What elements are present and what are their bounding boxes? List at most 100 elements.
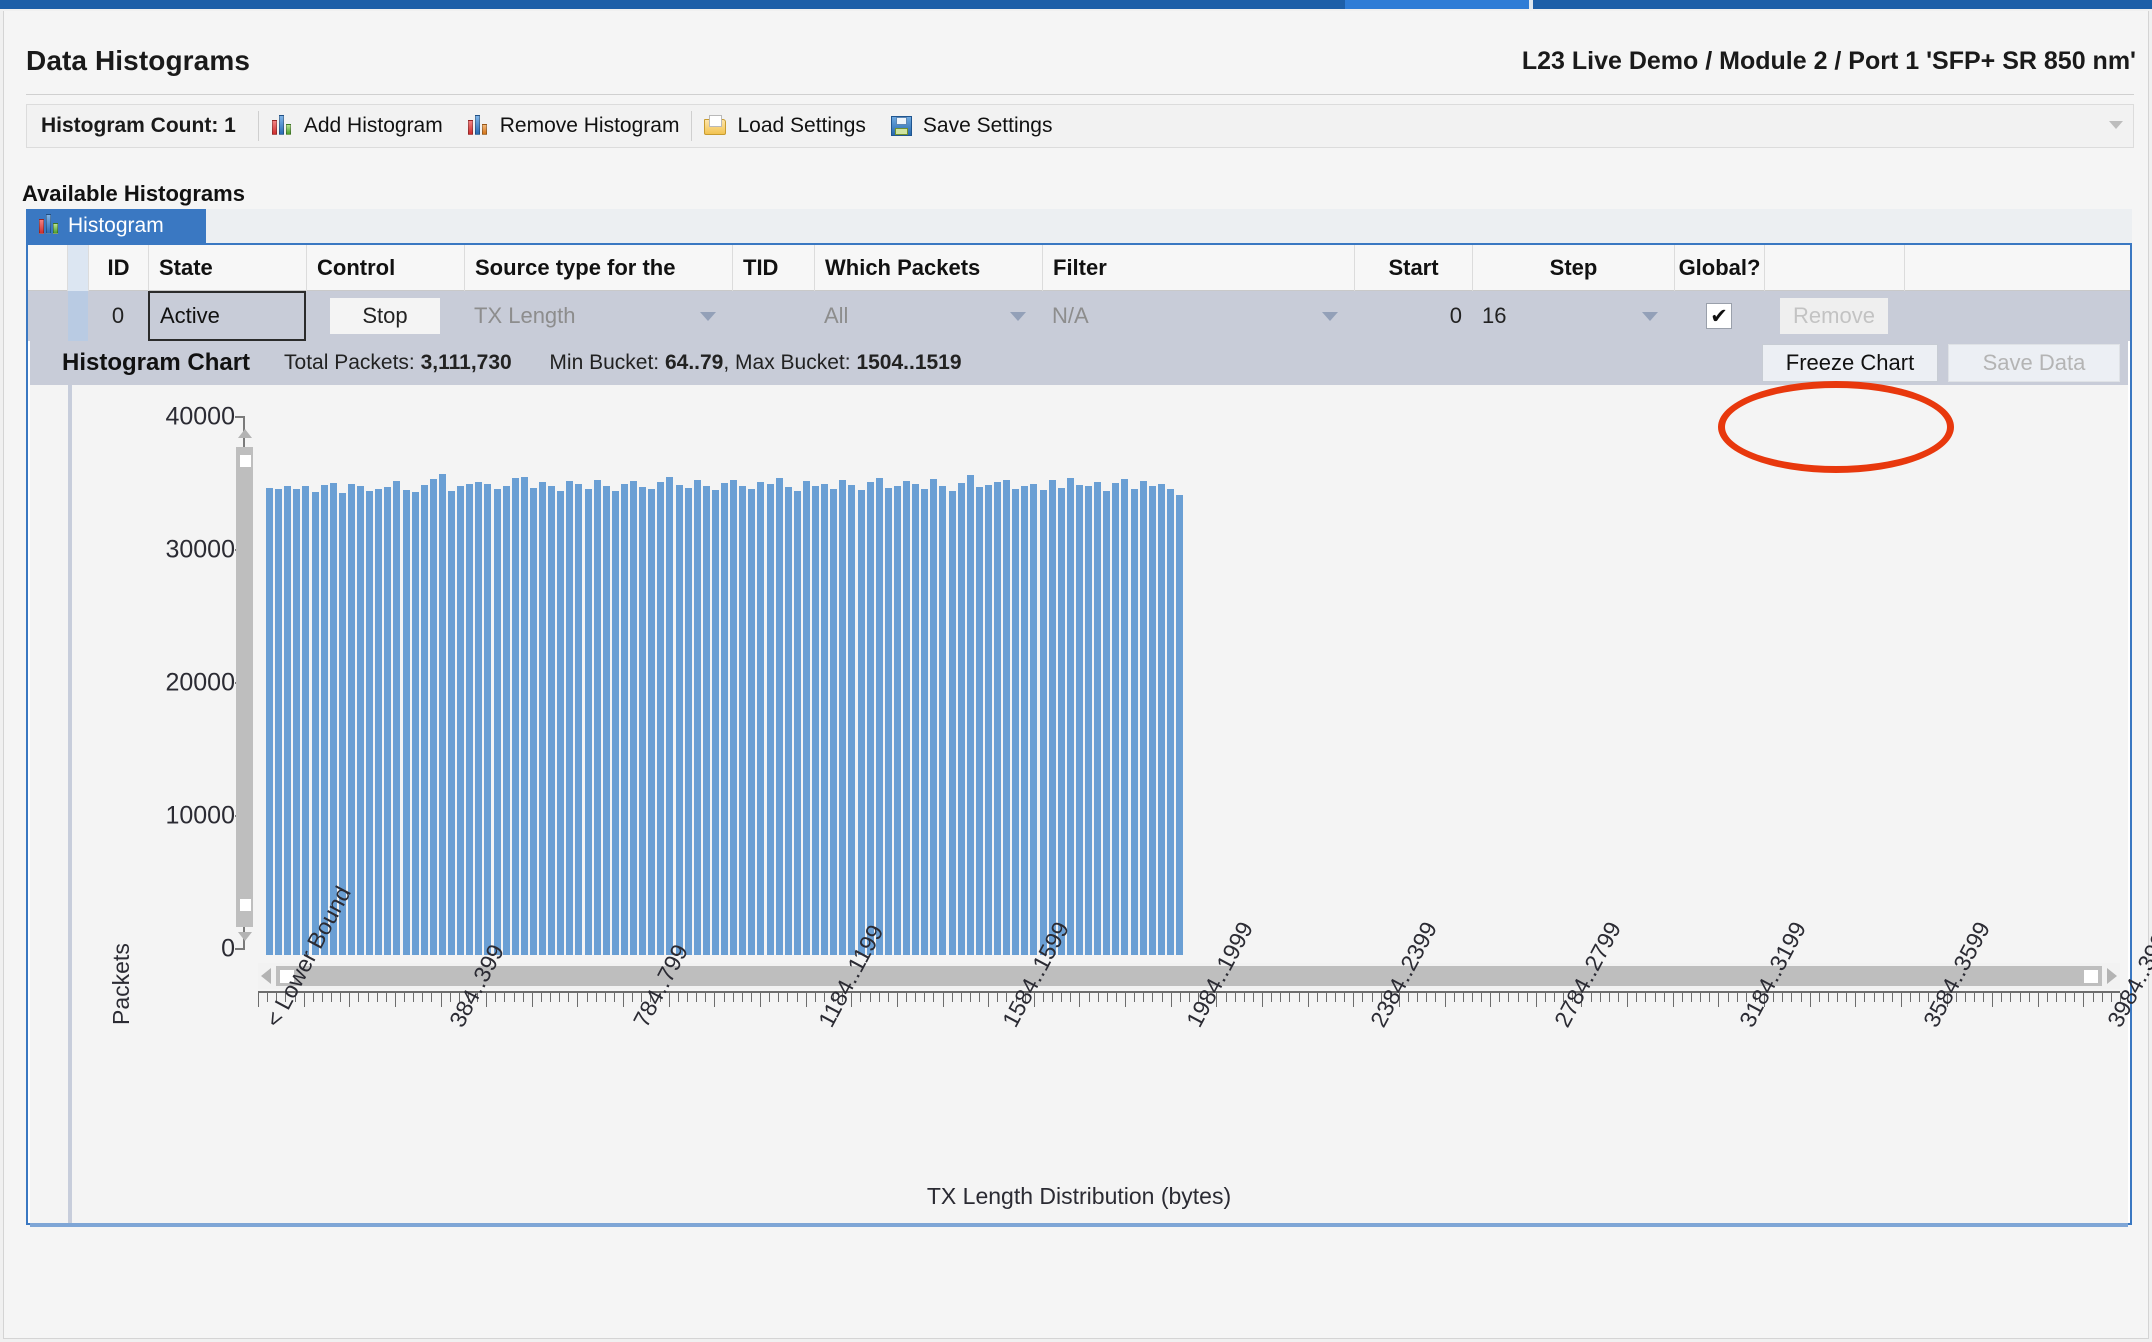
x-axis-tick-mark <box>587 993 588 1002</box>
cell-tid[interactable] <box>732 291 814 341</box>
histogram-bars <box>258 407 2120 955</box>
histogram-toolbar: Histogram Count: 1 Add Histogram Remove … <box>26 104 2134 148</box>
histogram-bar <box>639 487 647 955</box>
x-axis-tick-mark <box>897 993 898 1007</box>
histogram-bar <box>266 488 273 955</box>
x-axis-tick-mark <box>815 993 816 1002</box>
load-settings-button[interactable]: Load Settings <box>692 106 877 146</box>
cell-start[interactable]: 0 <box>1354 291 1472 341</box>
x-axis-tick-mark <box>1837 993 1838 1002</box>
step-dropdown[interactable]: 16 <box>1482 296 1664 336</box>
histogram-bar <box>975 487 983 955</box>
stop-button[interactable]: Stop <box>330 298 440 334</box>
histogram-bar <box>1003 480 1011 955</box>
x-axis-tick-mark <box>1417 993 1418 1002</box>
grid-col-global[interactable]: Global? <box>1675 245 1765 291</box>
save-data-button: Save Data <box>1948 344 2120 382</box>
vertical-scroll-thumb-top[interactable] <box>240 455 251 467</box>
filter-dropdown[interactable]: N/A <box>1052 296 1344 336</box>
x-axis-tick-mark <box>340 993 341 1002</box>
tab-strip-background <box>26 209 2132 243</box>
chart-horizontal-scrollbar[interactable] <box>258 963 2120 989</box>
panel-header: Data Histograms L23 Live Demo / Module 2… <box>4 11 2148 95</box>
x-axis-tick-mark <box>724 993 725 1002</box>
toolbar-overflow-chevron-down-icon[interactable] <box>2109 121 2123 129</box>
histogram-tab-row: Histogram <box>26 209 2132 243</box>
which-packets-dropdown[interactable]: All <box>824 296 1032 336</box>
grid-col-start[interactable]: Start <box>1355 245 1473 291</box>
x-axis-tick-mark <box>1499 993 1500 1002</box>
grid-col-indicator <box>68 245 89 291</box>
chart-stats: Total Packets: 3,111,730 Min Bucket: 64.… <box>250 351 962 375</box>
table-row[interactable]: 0 Active Stop TX Length All N/A 0 16 ✔ R… <box>28 291 2130 341</box>
histogram-bar <box>429 479 437 955</box>
x-axis-tick-mark <box>1098 993 1099 1002</box>
grid-col-control[interactable]: Control <box>307 245 465 291</box>
freeze-chart-button[interactable]: Freeze Chart <box>1762 344 1938 382</box>
horizontal-scroll-track[interactable] <box>276 966 2102 986</box>
scroll-left-arrow-icon[interactable] <box>261 968 271 984</box>
x-axis-tick-mark <box>386 993 387 1002</box>
x-axis-tick-mark <box>1299 993 1300 1002</box>
add-histogram-button[interactable]: Add Histogram <box>259 106 455 146</box>
chevron-down-icon <box>1010 311 1026 321</box>
histogram-bar <box>448 491 455 955</box>
cell-state[interactable]: Active <box>148 291 306 341</box>
grid-col-which-packets[interactable]: Which Packets <box>815 245 1043 291</box>
source-type-dropdown[interactable]: TX Length <box>474 296 722 336</box>
remove-histogram-button[interactable]: Remove Histogram <box>455 106 692 146</box>
histogram-bar <box>611 491 619 955</box>
histogram-bar <box>402 490 410 955</box>
grid-col-tid[interactable]: TID <box>733 245 815 291</box>
x-axis-tick-mark <box>559 993 560 1002</box>
tab-histogram[interactable]: Histogram <box>26 209 206 243</box>
grid-col-step[interactable]: Step <box>1473 245 1675 291</box>
x-axis-tick-mark <box>2074 993 2075 1002</box>
histogram-bar <box>475 482 483 955</box>
x-axis-tick-mark <box>1061 993 1062 1002</box>
x-axis-tick-mark <box>2010 993 2011 1002</box>
chart-actions: Freeze Chart Save Data <box>1762 344 2128 382</box>
save-settings-button[interactable]: Save Settings <box>878 106 1065 146</box>
histogram-bar <box>539 482 546 955</box>
window-tab-active[interactable] <box>1345 0 1529 9</box>
y-axis-tick-label: 40000 <box>165 402 235 431</box>
histogram-bar <box>866 482 874 955</box>
row-indicator <box>68 291 88 341</box>
vertical-scroll-track[interactable] <box>236 447 253 927</box>
x-axis-tick-mark <box>1983 993 1984 1002</box>
histogram-bar <box>1048 480 1056 955</box>
grid-col-filter[interactable]: Filter <box>1043 245 1355 291</box>
x-axis-tick-mark <box>1271 993 1272 1002</box>
x-axis-tick-mark <box>1901 993 1902 1007</box>
x-axis-tick-mark <box>523 993 524 1002</box>
grid-col-spacer <box>1905 245 2130 291</box>
floppy-disk-icon <box>890 114 914 138</box>
chart-vertical-scrollbar[interactable] <box>233 427 255 947</box>
x-axis-tick-mark <box>313 993 314 1002</box>
horizontal-scroll-thumb-right[interactable] <box>2084 970 2098 983</box>
scroll-up-arrow-icon[interactable] <box>238 429 252 438</box>
x-axis-tick-mark <box>1855 993 1856 1007</box>
grid-col-id[interactable]: ID <box>89 245 149 291</box>
scroll-down-arrow-icon[interactable] <box>238 932 252 941</box>
histogram-bar <box>602 486 610 955</box>
histogram-bar <box>893 486 901 955</box>
total-packets-value: 3,111,730 <box>420 351 512 374</box>
vertical-scroll-thumb-bottom[interactable] <box>240 899 251 911</box>
cell-id: 0 <box>111 303 125 328</box>
grid-col-remove[interactable] <box>1765 245 1905 291</box>
x-axis-tick-mark <box>1116 993 1117 1002</box>
histogram-bar <box>384 487 392 955</box>
x-axis-tick-mark <box>879 993 880 1002</box>
grid-col-state[interactable]: State <box>149 245 307 291</box>
x-axis-tick-mark <box>623 993 624 1007</box>
row-selector[interactable] <box>28 291 68 341</box>
scroll-right-arrow-icon[interactable] <box>2107 968 2117 984</box>
global-checkbox[interactable]: ✔ <box>1706 303 1732 329</box>
x-axis-tick-mark <box>1508 993 1509 1002</box>
histogram-bar <box>939 486 947 955</box>
x-axis-tick-mark <box>2029 993 2030 1002</box>
x-axis-tick-mark <box>322 993 323 1002</box>
grid-col-source-type[interactable]: Source type for the <box>465 245 733 291</box>
